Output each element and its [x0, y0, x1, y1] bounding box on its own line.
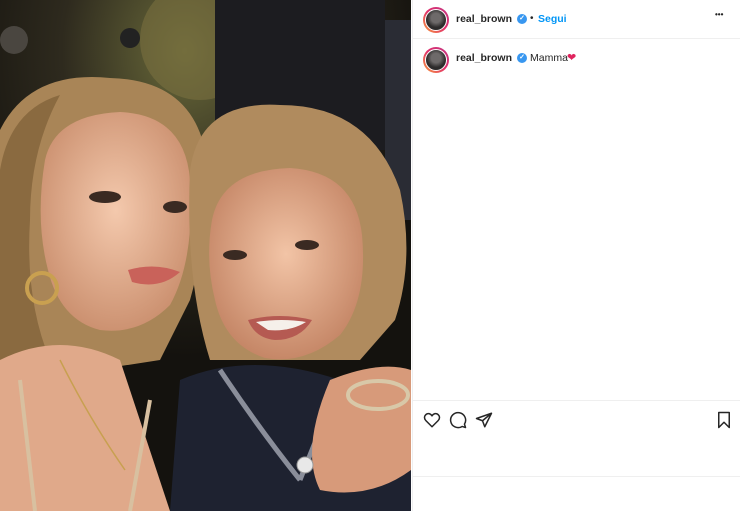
post-photo[interactable] [0, 0, 411, 511]
photo-illustration [0, 0, 411, 511]
follow-button[interactable]: Segui [538, 13, 567, 25]
separator-dot: • [530, 13, 534, 24]
caption-text: Mamma [530, 52, 568, 64]
heart-emoji-icon: ❤ [567, 52, 577, 64]
more-options-icon[interactable]: ••• [715, 10, 723, 19]
bookmark-icon[interactable] [715, 411, 733, 429]
post-details-panel: real_brown ✓ • Segui ••• real_brown ✓ Ma… [412, 0, 740, 511]
comment-divider [413, 476, 740, 477]
caption-avatar[interactable] [423, 47, 449, 73]
avatar[interactable] [423, 7, 449, 33]
caption-avatar-image [425, 49, 447, 71]
verified-badge-icon: ✓ [517, 14, 527, 24]
paper-plane-icon[interactable] [475, 411, 493, 429]
action-bar [413, 400, 740, 477]
post-header: real_brown ✓ • Segui ••• [413, 0, 740, 39]
comment-icon[interactable] [449, 411, 467, 429]
heart-icon[interactable] [423, 411, 441, 429]
caption-verified-badge-icon: ✓ [517, 53, 527, 63]
username-link[interactable]: real_brown [456, 13, 512, 25]
avatar-image [425, 9, 447, 31]
caption-username-link[interactable]: real_brown [456, 52, 512, 64]
